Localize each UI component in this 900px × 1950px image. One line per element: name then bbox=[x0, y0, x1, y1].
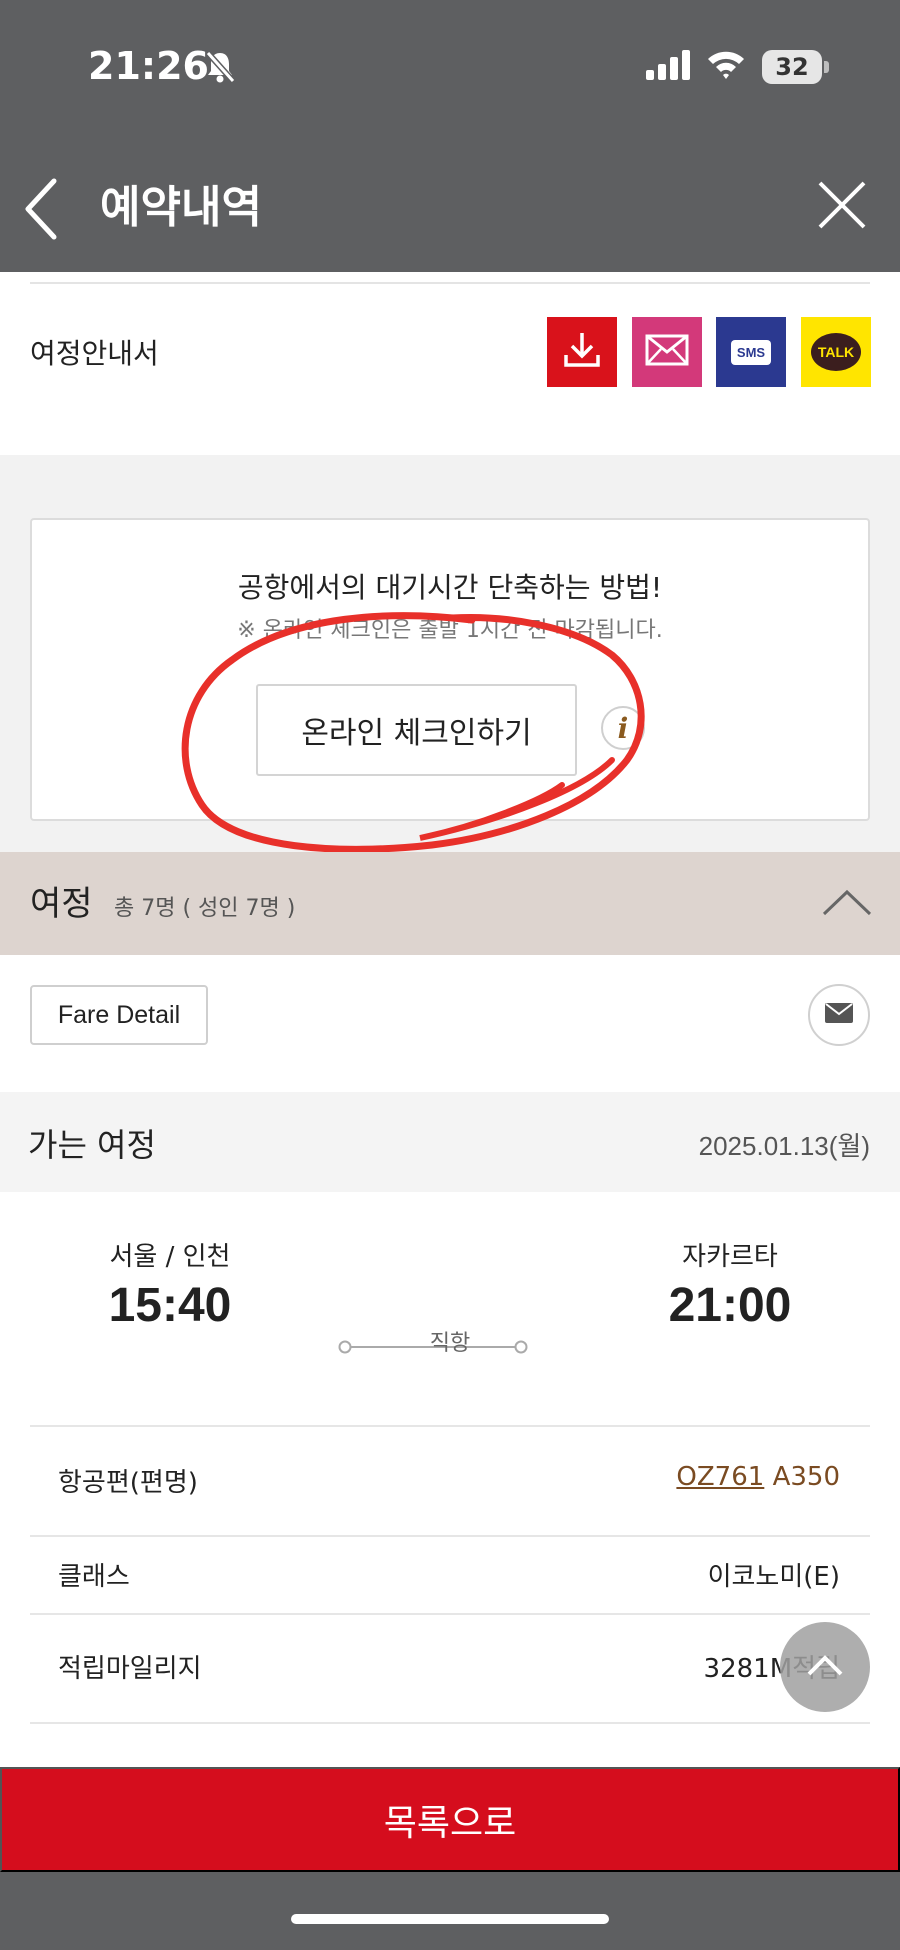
outbound-date: 2025.01.13(월) bbox=[698, 1131, 870, 1161]
aircraft-type: A350 bbox=[772, 1462, 840, 1492]
chevron-up-icon[interactable] bbox=[820, 882, 874, 922]
class-value: 이코노미(E) bbox=[707, 1562, 840, 1592]
mail-icon bbox=[645, 334, 689, 370]
outbound-label: 가는 여정 bbox=[28, 1126, 156, 1164]
bell-muted-icon bbox=[204, 50, 236, 88]
page-title: 예약내역 bbox=[100, 182, 262, 233]
divider bbox=[30, 1722, 870, 1724]
close-icon[interactable] bbox=[814, 177, 870, 233]
kakaotalk-icon: TALK bbox=[811, 333, 861, 371]
divider bbox=[30, 282, 870, 284]
online-checkin-button[interactable]: 온라인 체크인하기 bbox=[256, 684, 577, 776]
battery-tip bbox=[824, 61, 829, 73]
kakaotalk-share-button[interactable]: TALK bbox=[801, 317, 871, 387]
battery-icon: 32 bbox=[762, 50, 822, 84]
flight-number-label: 항공편(편명) bbox=[58, 1468, 198, 1498]
mileage-label: 적립마일리지 bbox=[58, 1654, 202, 1684]
status-time: 21:26 bbox=[88, 44, 209, 88]
outbound-header: 가는 여정 2025.01.13(월) bbox=[0, 1092, 900, 1192]
cellular-signal-icon bbox=[646, 50, 692, 84]
email-itinerary-button[interactable] bbox=[808, 984, 870, 1046]
divider bbox=[30, 1535, 870, 1537]
route-type-label: 직항 bbox=[429, 1331, 471, 1356]
itinerary-doc-label: 여정안내서 bbox=[30, 337, 159, 370]
email-share-button[interactable] bbox=[632, 317, 702, 387]
checkin-note: ※ 온라인 체크인은 출발 1시간 전 마감됩니다. bbox=[237, 618, 663, 643]
wifi-icon bbox=[706, 48, 746, 84]
class-label: 클래스 bbox=[58, 1562, 130, 1592]
checkin-title: 공항에서의 대기시간 단축하는 방법! bbox=[237, 571, 663, 604]
home-indicator-area bbox=[0, 1872, 900, 1950]
sms-share-button[interactable]: SMS bbox=[716, 317, 786, 387]
status-bar: 21:26 32 bbox=[0, 0, 900, 135]
arrival-city: 자카르타 bbox=[682, 1242, 778, 1272]
home-indicator[interactable] bbox=[291, 1914, 609, 1924]
sms-icon: SMS bbox=[730, 339, 772, 365]
back-to-list-button[interactable]: 목록으로 bbox=[0, 1767, 900, 1872]
departure-city: 서울 / 인천 bbox=[109, 1242, 231, 1272]
departure-time: 15:40 bbox=[108, 1279, 232, 1332]
mail-icon bbox=[825, 1003, 853, 1027]
divider bbox=[30, 1425, 870, 1427]
passenger-count: 총 7명 ( 성인 7명 ) bbox=[114, 896, 296, 921]
itinerary-header[interactable]: 여정 총 7명 ( 성인 7명 ) bbox=[0, 852, 900, 955]
divider bbox=[30, 1613, 870, 1615]
back-arrow-icon[interactable] bbox=[20, 173, 80, 245]
flight-number-value: OZ761 A350 bbox=[676, 1462, 840, 1492]
itinerary-title: 여정 bbox=[30, 884, 93, 924]
info-icon[interactable]: i bbox=[601, 706, 645, 750]
download-icon bbox=[561, 329, 603, 375]
flight-number-link[interactable]: OZ761 bbox=[676, 1462, 764, 1492]
scroll-to-top-button[interactable] bbox=[780, 1622, 870, 1712]
chevron-up-icon bbox=[805, 1652, 845, 1682]
arrival-time: 21:00 bbox=[668, 1279, 792, 1332]
fare-detail-button[interactable]: Fare Detail bbox=[30, 985, 208, 1045]
checkin-card: 공항에서의 대기시간 단축하는 방법! ※ 온라인 체크인은 출발 1시간 전 … bbox=[30, 518, 870, 821]
nav-header: 예약내역 bbox=[0, 135, 900, 272]
download-button[interactable] bbox=[547, 317, 617, 387]
